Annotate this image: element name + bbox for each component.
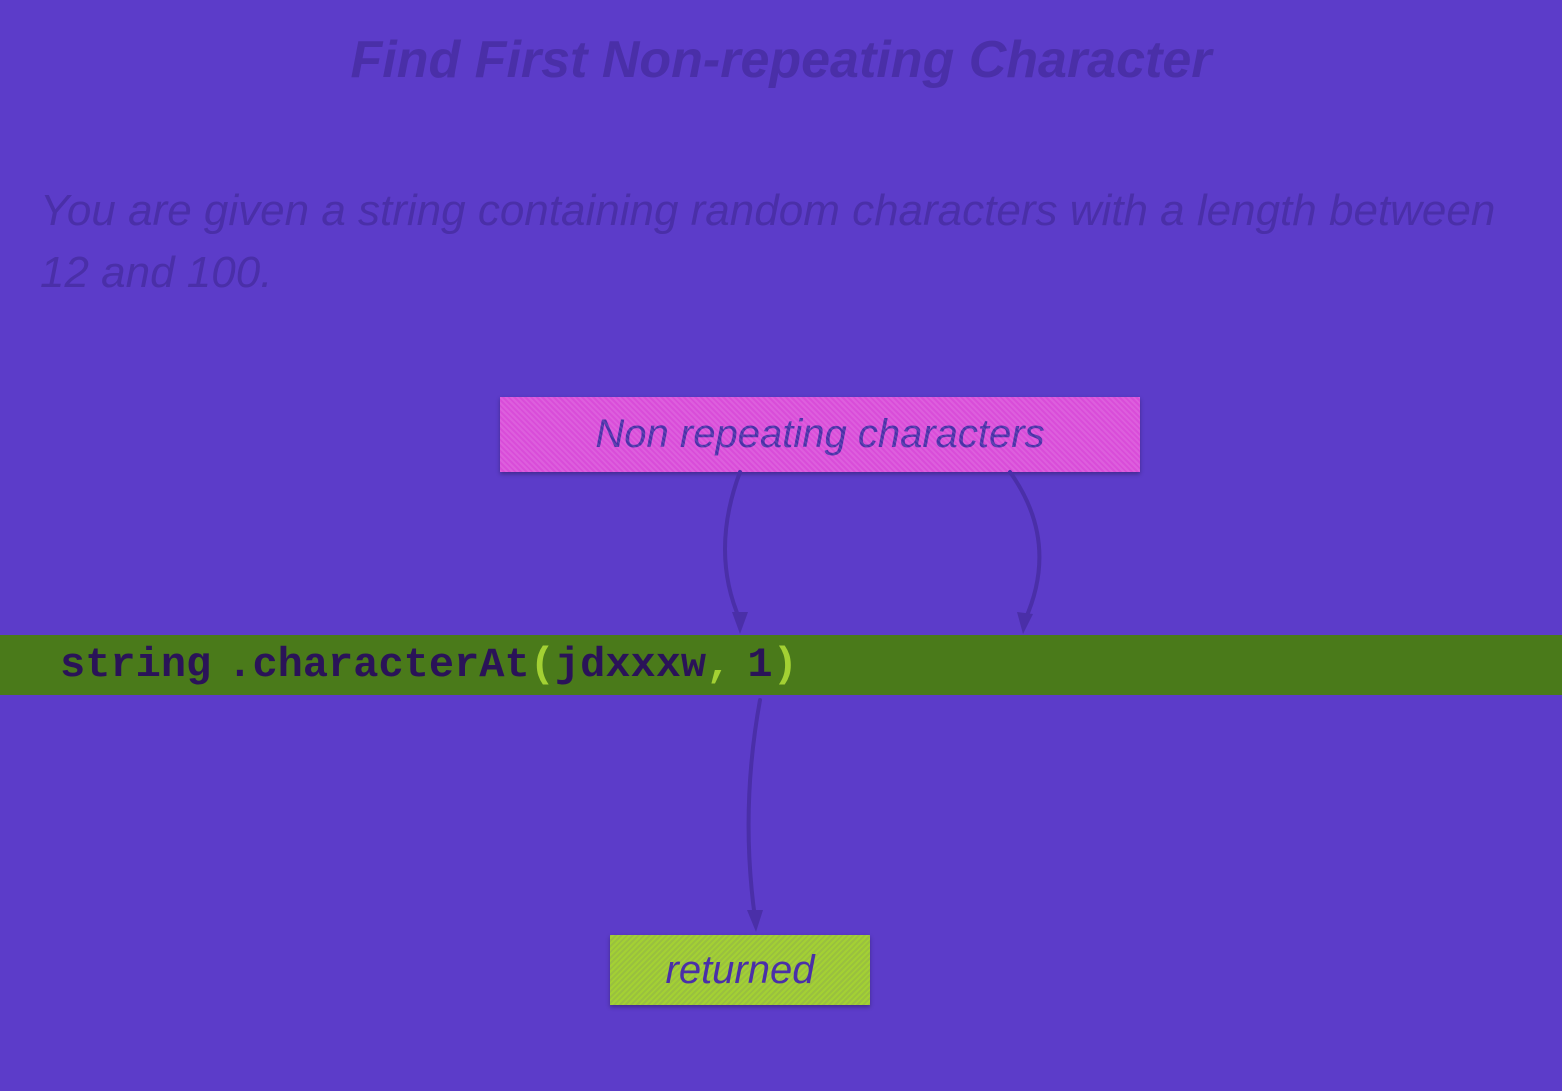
- code-token-arg1: jdxxxw: [555, 641, 706, 689]
- code-token-paren-open: (: [530, 641, 555, 689]
- diagram-title: Find First Non-repeating Character: [351, 30, 1212, 90]
- code-token-paren-close: ): [773, 641, 798, 689]
- diagram-description: You are given a string containing random…: [40, 180, 1522, 303]
- arrow-top-left: [680, 472, 800, 637]
- arrow-bottom: [700, 700, 820, 935]
- bottom-annotation-box: returned: [610, 935, 870, 1005]
- code-example-line: string .characterAt ( jdxxxw , 1 ): [0, 635, 1562, 695]
- bottom-annotation-text: returned: [666, 948, 815, 993]
- code-token-arg2: 1: [747, 641, 772, 689]
- code-token-comma: ,: [706, 641, 731, 689]
- top-annotation-text: Non repeating characters: [595, 412, 1044, 457]
- code-token-string: string: [60, 641, 211, 689]
- arrow-top-right: [970, 472, 1090, 637]
- code-token-method: .characterAt: [227, 641, 529, 689]
- top-annotation-box: Non repeating characters: [500, 397, 1140, 472]
